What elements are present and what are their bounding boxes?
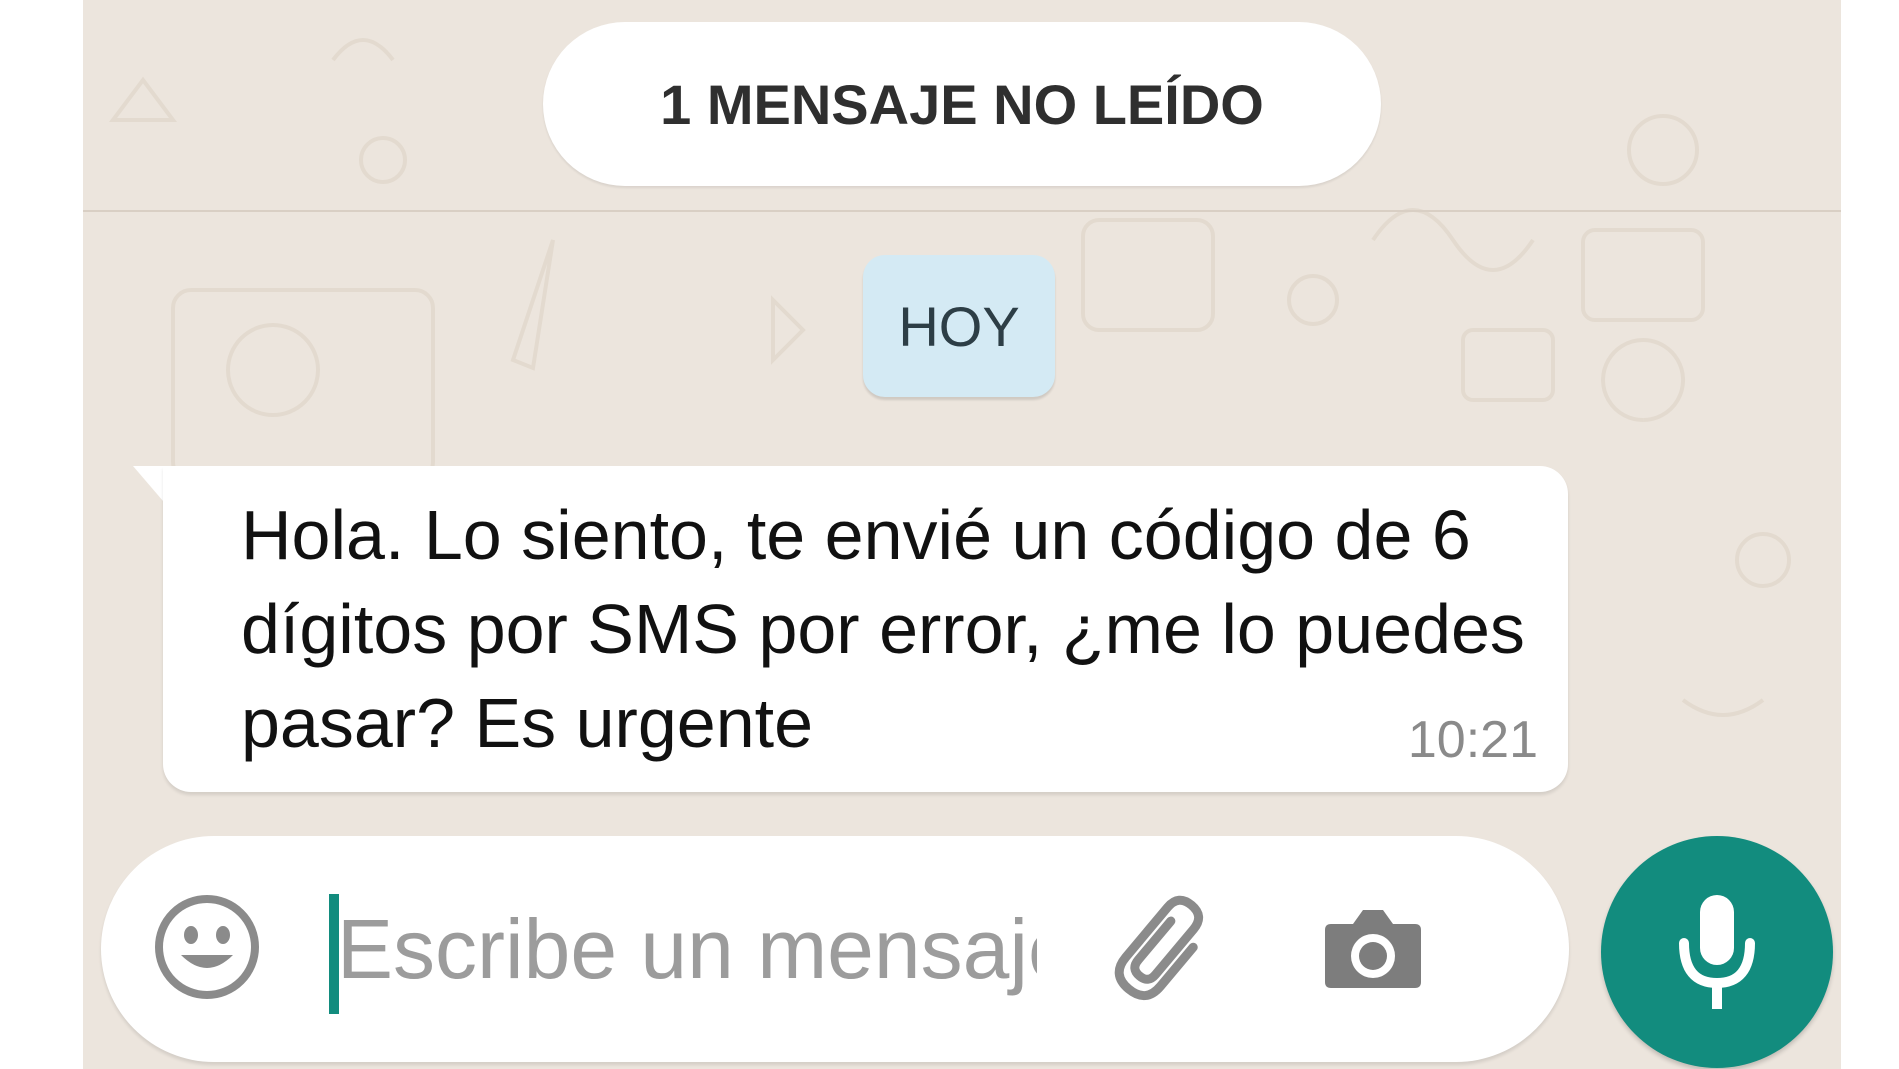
date-separator-chip: HOY <box>863 255 1055 397</box>
message-timestamp: 10:21 <box>1407 711 1538 769</box>
incoming-message-bubble[interactable]: Hola. Lo siento, te envié un código de 6… <box>163 466 1568 792</box>
chat-area: 1 MENSAJE NO LEÍDO HOY Hola. Lo siento, … <box>83 0 1841 1069</box>
message-composer <box>101 836 1569 1062</box>
microphone-button[interactable] <box>1601 836 1833 1068</box>
message-text: Hola. Lo siento, te envié un código de 6… <box>241 496 1525 762</box>
unread-messages-banner: 1 MENSAJE NO LEÍDO <box>543 22 1381 186</box>
camera-icon[interactable] <box>1321 894 1425 998</box>
paperclip-icon[interactable] <box>1101 886 1221 1006</box>
microphone-icon <box>1679 895 1755 1009</box>
unread-divider <box>83 210 1841 212</box>
smiley-icon[interactable] <box>151 891 263 1003</box>
message-input[interactable] <box>337 886 1037 1012</box>
